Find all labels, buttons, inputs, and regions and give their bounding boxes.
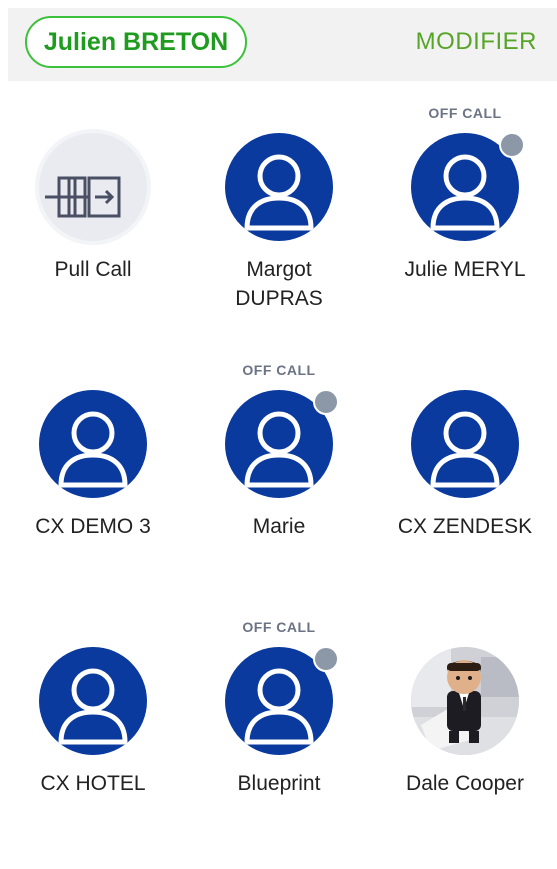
person-icon: [39, 390, 147, 498]
status-label: OFF CALL: [242, 362, 316, 378]
contact-name: Margot DUPRAS: [235, 258, 323, 310]
contact-name: Blueprint: [237, 772, 321, 795]
contact-name: CX DEMO 3: [35, 515, 151, 538]
person-icon: [225, 133, 333, 241]
contact-tile-blueprint[interactable]: OFF CALL Blueprint: [186, 619, 372, 869]
status-dot: [313, 389, 339, 415]
contact-tile-cx-zendesk[interactable]: CX ZENDESK: [372, 362, 557, 612]
contact-tile-marie[interactable]: OFF CALL Marie: [186, 362, 372, 612]
pull-call-icon: [39, 133, 147, 241]
contact-tile-julie-meryl[interactable]: OFF CALL Julie MERYL: [372, 105, 557, 355]
status-label: OFF CALL: [242, 619, 316, 635]
contact-tile-pull-call[interactable]: Pull Call: [0, 105, 186, 355]
status-dot: [313, 646, 339, 672]
contact-name: Pull Call: [54, 258, 132, 281]
contact-name: Julie MERYL: [404, 258, 526, 281]
contact-name: CX ZENDESK: [397, 515, 533, 538]
status-label: OFF CALL: [428, 105, 502, 121]
contact-tile-dale-cooper[interactable]: Dale Cooper: [372, 619, 557, 869]
person-icon: [39, 647, 147, 755]
contact-tile-cx-demo-3[interactable]: CX DEMO 3: [0, 362, 186, 612]
contact-name: Marie: [252, 515, 306, 538]
header-bar: Julien BRETON MODIFIER: [8, 8, 557, 81]
status-dot: [499, 132, 525, 158]
user-name-button[interactable]: Julien BRETON: [25, 16, 247, 68]
contact-name: CX HOTEL: [40, 772, 146, 795]
contact-tile-margot-dupras[interactable]: Margot DUPRAS: [186, 105, 372, 355]
profile-photo: [411, 647, 519, 755]
modifier-button[interactable]: MODIFIER: [416, 28, 537, 56]
contact-name: Dale Cooper: [406, 772, 524, 795]
contact-tile-cx-hotel[interactable]: CX HOTEL: [0, 619, 186, 869]
person-icon: [411, 390, 519, 498]
